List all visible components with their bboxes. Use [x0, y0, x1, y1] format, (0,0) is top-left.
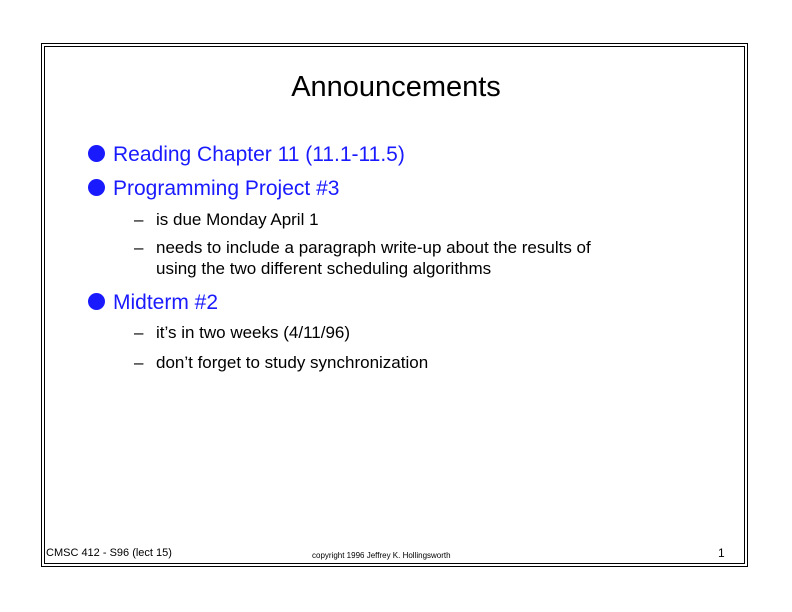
subitem-text: is due Monday April 1: [156, 210, 319, 229]
subitem-text: it’s in two weeks (4/11/96): [156, 323, 351, 342]
dash-glyph: –: [134, 353, 144, 372]
subitem-text: needs to include a paragraph write-up ab…: [156, 238, 591, 257]
footer-copyright: copyright 1996 Jeffrey K. Hollingsworth: [312, 551, 451, 560]
subitem-text: don’t forget to study synchronization: [156, 353, 429, 372]
subitem-text-continuation: using the two different scheduling algor…: [156, 259, 492, 278]
subitem-two-weeks: – it’s in two weeks (4/11/96): [134, 322, 350, 343]
subitem-due-date: – is due Monday April 1: [134, 209, 319, 230]
bullet-text: Programming Project #3: [113, 177, 340, 200]
bullet-dot-icon: [88, 179, 105, 196]
bullet-text: Reading Chapter 11 (11.1-11.5): [113, 143, 405, 166]
subitem-write-up: – needs to include a paragraph write-up a…: [134, 237, 591, 279]
footer-page-number: 1: [718, 546, 725, 560]
slide-title: Announcements: [291, 71, 501, 103]
bullet-midterm: Midterm #2: [86, 290, 218, 316]
bullet-dot-icon: [88, 293, 105, 310]
bullet-dot-icon: [88, 145, 105, 162]
footer-course: CMSC 412 - S96 (lect 15): [46, 547, 172, 559]
bullet-text: Midterm #2: [113, 291, 219, 314]
subitem-synchronization: – don’t forget to study synchronization: [134, 352, 428, 373]
dash-glyph: –: [134, 210, 144, 229]
dash-glyph: –: [134, 238, 144, 257]
bullet-reading: Reading Chapter 11 (11.1-11.5): [86, 142, 405, 168]
dash-glyph: –: [134, 323, 144, 342]
bullet-programming-project: Programming Project #3: [86, 176, 339, 202]
